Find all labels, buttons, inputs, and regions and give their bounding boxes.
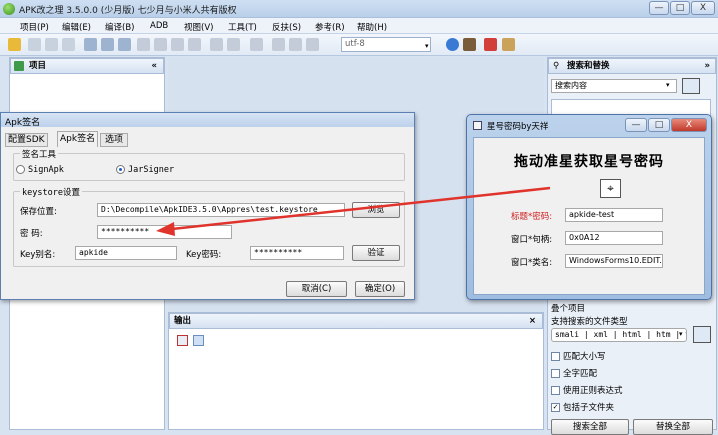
- arrow-head: [156, 222, 175, 236]
- arrow-line: [171, 186, 551, 231]
- annotation-arrow: [156, 186, 551, 236]
